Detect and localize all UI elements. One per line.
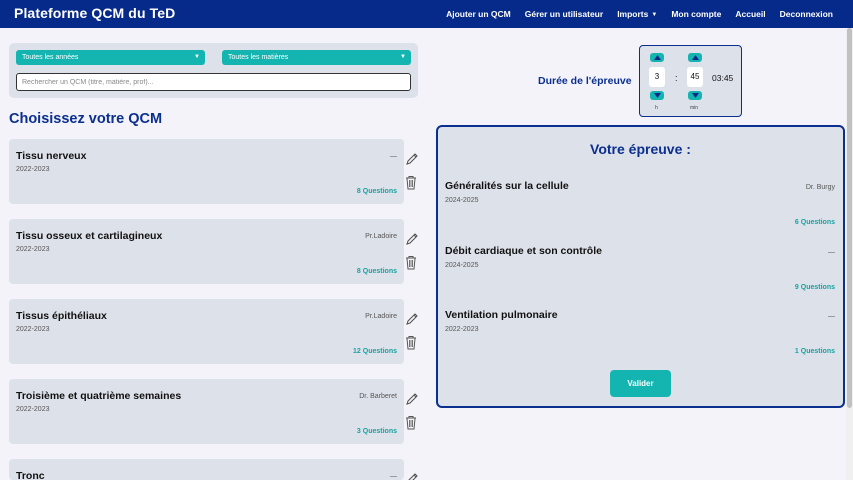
epreuve-item-prof: — [828,249,835,256]
filter-panel: Toutes les années ▼ Toutes les matières … [9,43,418,98]
edit-pencil-icon[interactable] [405,392,419,406]
epreuve-item-prof: Dr. Burgy [805,184,835,191]
epreuve-item-year: 2024-2025 [445,197,479,204]
triangle-up-icon [653,55,661,60]
hours-unit: h [655,105,658,111]
epreuve-item-year: 2022-2023 [445,326,479,333]
epreuve-item-name: Ventilation pulmonaire [445,309,558,321]
hours-value[interactable]: 3 [649,67,665,87]
top-navbar: Plateforme QCM du TeD Ajouter un QCM Gér… [0,0,853,28]
qcm-card[interactable]: Tissus épithéliaux 2022-2023 Pr.Ladoire … [9,299,404,364]
edit-pencil-icon[interactable] [405,472,419,480]
qcm-card[interactable]: Troisième et quatrième semaines 2022-202… [9,379,404,444]
search-input[interactable] [16,73,411,91]
validate-button[interactable]: Valider [610,370,671,397]
section-title: Choisissez votre QCM [9,111,163,127]
qcm-prof: Pr.Ladoire [365,233,397,240]
triangle-down-icon [653,93,661,98]
nav-add-qcm[interactable]: Ajouter un QCM [446,9,511,19]
qcm-question-count: 8 Questions [356,268,397,275]
nav-logout[interactable]: Deconnexion [780,9,833,19]
edit-pencil-icon[interactable] [405,152,419,166]
scrollbar-thumb[interactable] [847,28,852,408]
qcm-prof: — [390,473,397,480]
duration-picker: 3 h : 45 min 03:45 [639,45,742,117]
minutes-decrement-button[interactable] [688,91,702,100]
nav-imports-dropdown[interactable]: Imports ▼ [617,9,657,19]
minutes-unit: min [690,105,699,111]
qcm-name: Tissu nerveux [16,150,87,162]
epreuve-item[interactable]: Débit cardiaque et son contrôle 2024-202… [438,245,843,305]
qcm-question-count: 12 Questions [353,348,397,355]
qcm-card[interactable]: Tissu osseux et cartilagineux 2022-2023 … [9,219,404,284]
qcm-prof: Dr. Barberet [359,393,397,400]
minutes-increment-button[interactable] [688,53,702,62]
brand-title[interactable]: Plateforme QCM du TeD [14,5,175,21]
nav-links: Ajouter un QCM Gérer un utilisateur Impo… [446,0,833,28]
time-separator: : [675,73,678,83]
qcm-name: Tissu osseux et cartilagineux [16,230,163,242]
epreuve-item[interactable]: Ventilation pulmonaire 2022-2023 — 1 Que… [438,309,843,369]
subject-select[interactable]: Toutes les matières ▼ [222,50,411,65]
total-duration: 03:45 [712,73,734,83]
epreuve-item-year: 2024-2025 [445,262,479,269]
minutes-value[interactable]: 45 [687,67,703,87]
year-select-value: Toutes les années [22,54,79,61]
edit-pencil-icon[interactable] [405,232,419,246]
triangle-down-icon [691,93,699,98]
qcm-year: 2022-2023 [16,326,50,333]
epreuve-title: Votre épreuve : [590,141,691,157]
qcm-prof: Pr.Ladoire [365,313,397,320]
qcm-card[interactable]: Tissu nerveux 2022-2023 — 8 Questions [9,139,404,204]
qcm-question-count: 3 Questions [356,428,397,435]
trash-icon[interactable] [404,414,418,430]
qcm-name: Tronc [16,470,45,480]
chevron-down-icon: ▼ [194,54,200,60]
qcm-year: 2022-2023 [16,406,50,413]
triangle-up-icon [691,55,699,60]
qcm-name: Troisième et quatrième semaines [16,390,182,402]
chevron-down-icon: ▼ [400,54,406,60]
epreuve-item-name: Généralités sur la cellule [445,180,569,192]
nav-home[interactable]: Accueil [735,9,765,19]
trash-icon[interactable] [404,174,418,190]
qcm-question-count: 8 Questions [356,188,397,195]
page-scrollbar[interactable] [846,28,853,480]
year-select[interactable]: Toutes les années ▼ [16,50,205,65]
epreuve-item-count: 6 Questions [794,219,835,226]
epreuve-item-count: 9 Questions [794,284,835,291]
qcm-name: Tissus épithéliaux [16,310,107,322]
edit-pencil-icon[interactable] [405,312,419,326]
hours-increment-button[interactable] [650,53,664,62]
qcm-prof: — [390,153,397,160]
epreuve-item[interactable]: Généralités sur la cellule 2024-2025 Dr.… [438,180,843,240]
trash-icon[interactable] [404,334,418,350]
nav-manage-user[interactable]: Gérer un utilisateur [525,9,603,19]
qcm-year: 2022-2023 [16,246,50,253]
subject-select-value: Toutes les matières [228,54,289,61]
trash-icon[interactable] [404,254,418,270]
qcm-year: 2022-2023 [16,166,50,173]
nav-imports-label: Imports [617,9,649,19]
qcm-card[interactable]: Tronc — [9,459,404,480]
duration-label: Durée de l'épreuve [538,75,632,87]
epreuve-item-name: Débit cardiaque et son contrôle [445,245,602,257]
hours-decrement-button[interactable] [650,91,664,100]
epreuve-item-prof: — [828,313,835,320]
caret-down-icon: ▼ [651,12,658,18]
nav-my-account[interactable]: Mon compte [671,9,721,19]
epreuve-panel: Votre épreuve : Généralités sur la cellu… [436,125,845,408]
epreuve-item-count: 1 Questions [794,348,835,355]
